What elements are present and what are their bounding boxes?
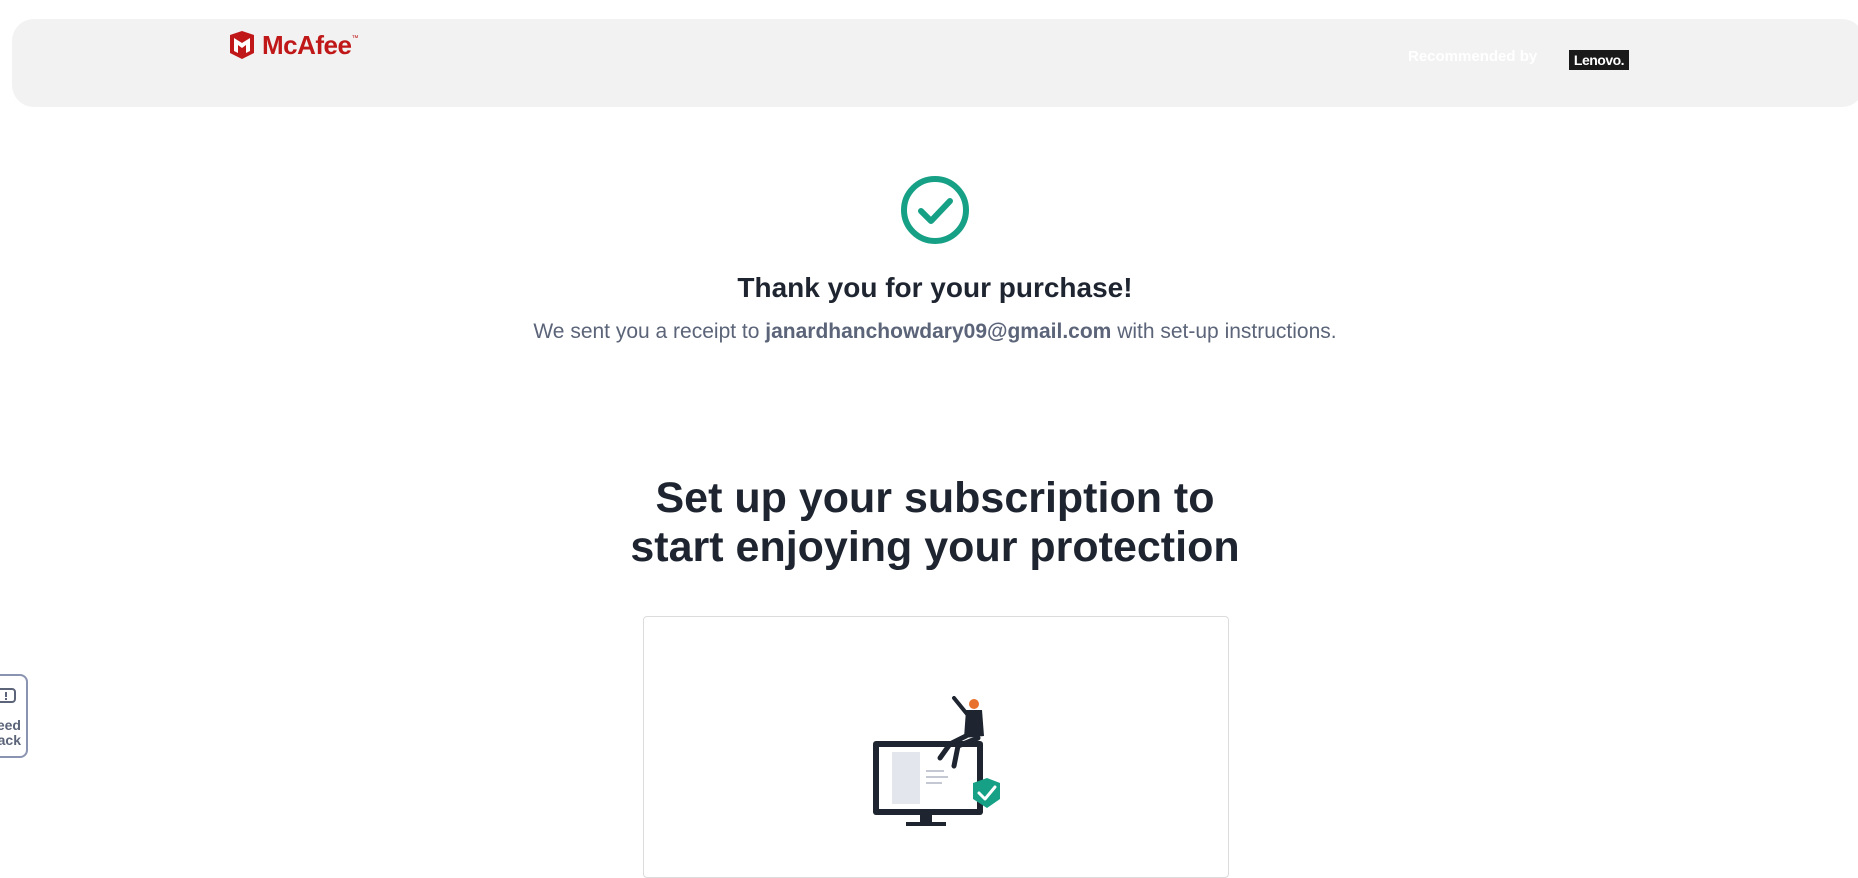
receipt-suffix: with set-up instructions. [1111,320,1337,343]
feedback-label: Feed back [0,718,21,748]
brand-name: McAfee [262,29,352,60]
success-check-icon [901,176,969,244]
lenovo-logo: Lenovo. [1569,50,1629,70]
feedback-label-line-2: back [0,732,21,748]
receipt-prefix: We sent you a receipt to [533,320,766,343]
receipt-email: janardhanchowdary09@gmail.com [765,320,1112,343]
receipt-message: We sent you a receipt to janardhanchowda… [0,320,1858,344]
brand-trademark: ™ [351,35,359,42]
recommended-by-label: Recommended by [1408,48,1538,65]
setup-heading-line-1: Set up your subscription to [655,474,1215,522]
setup-heading: Set up your subscription to start enjoyi… [0,474,1858,572]
purchase-thanks-heading: Thank you for your purchase! [737,272,1133,303]
mcafee-logo[interactable]: McAfee ™ [229,29,358,61]
mcafee-shield-icon [230,31,254,59]
feedback-button[interactable]: Feed back [0,674,28,758]
feedback-icon [0,688,16,703]
protected-computer-illustration [873,696,1000,826]
feedback-label-line-1: Feed [0,717,21,733]
setup-heading-line-2: start enjoying your protection [630,523,1240,571]
